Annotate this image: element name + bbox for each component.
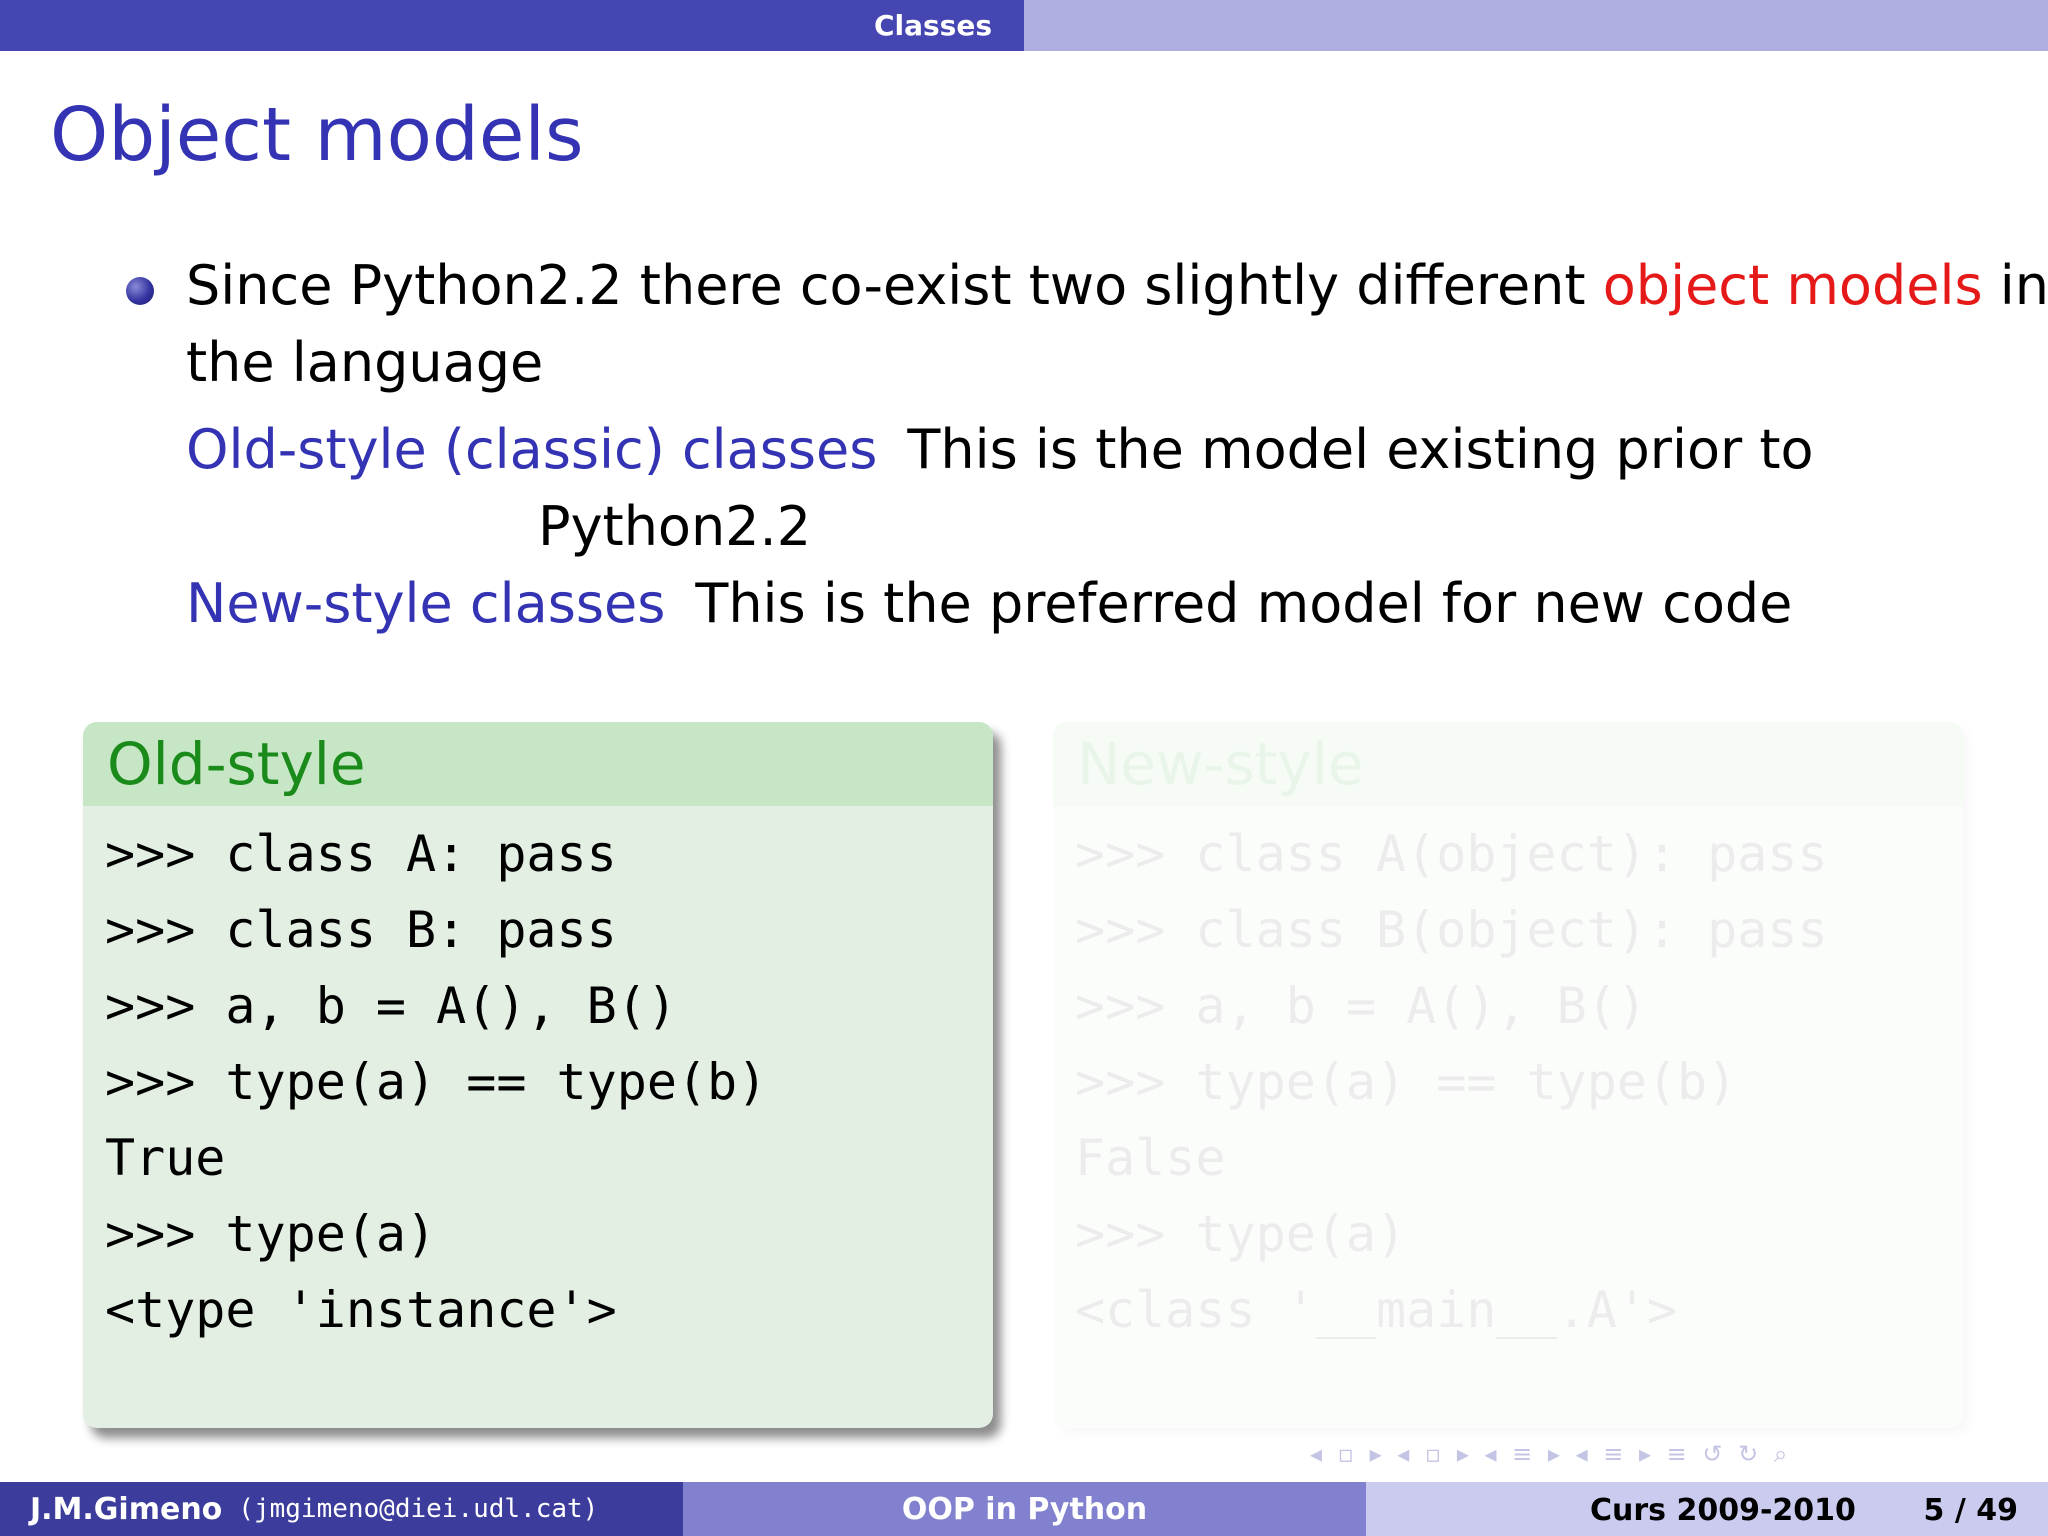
old-style-block-title: Old-style — [83, 722, 993, 806]
new-style-block: New-style >>> class A(object): pass >>> … — [1053, 722, 1963, 1428]
footer-email: (jmgimeno@diei.udl.cat) — [238, 1494, 599, 1524]
header-bar: Classes — [0, 0, 2048, 51]
footer-page-number: 5 / 49 — [1923, 1493, 2018, 1528]
def-new-style: New-style classes This is the preferred m… — [186, 577, 1792, 631]
bullet-highlight: object models — [1602, 254, 1983, 317]
bullet-icon — [126, 277, 154, 305]
new-style-block-title: New-style — [1053, 722, 1963, 806]
old-style-block: Old-style >>> class A: pass >>> class B:… — [83, 722, 993, 1428]
bullet-line-2: the language — [186, 331, 544, 394]
footer-author-box: J.M.Gimeno (jmgimeno@diei.udl.cat) — [0, 1482, 683, 1536]
old-style-code: >>> class A: pass >>> class B: pass >>> … — [105, 825, 768, 1339]
footer-author: J.M.Gimeno — [30, 1491, 223, 1527]
footer-bar: J.M.Gimeno (jmgimeno@diei.udl.cat) OOP i… — [0, 1482, 2048, 1536]
header-section[interactable]: Classes — [0, 0, 1024, 51]
footer-title-box: OOP in Python — [683, 1482, 1366, 1536]
header-section-label: Classes — [873, 9, 992, 42]
footer-title: OOP in Python — [901, 1491, 1148, 1527]
bullet-text-suffix: in — [1982, 254, 2048, 317]
def-new-style-desc: This is the preferred model for new code — [695, 572, 1793, 635]
def-new-style-term: New-style classes — [186, 572, 666, 635]
slide-title: Object models — [50, 92, 584, 178]
bullet-line-1: Since Python2.2 there co-exist two sligh… — [186, 259, 2048, 313]
def-old-style-desc-cont: Python2.2 — [538, 495, 812, 558]
def-old-style: Old-style (classic) classes This is the m… — [186, 423, 1814, 477]
footer-course: Curs 2009-2010 — [1590, 1493, 1856, 1528]
header-right-area — [1024, 0, 2048, 51]
def-old-style-desc: This is the model existing prior to — [907, 418, 1814, 481]
new-style-code: >>> class A(object): pass >>> class B(ob… — [1075, 825, 1828, 1339]
navigation-icons[interactable]: ◂ ▫ ▸ ◂ ▫ ▸ ◂ ≡ ▸ ◂ ≡ ▸ ≡ ↺ ↻ ⌕ — [1310, 1440, 1791, 1468]
def-old-style-term: Old-style (classic) classes — [186, 418, 878, 481]
bullet-text-prefix: Since Python2.2 there co-exist two sligh… — [186, 254, 1603, 317]
footer-info-box: Curs 2009-2010 5 / 49 — [1366, 1482, 2048, 1536]
